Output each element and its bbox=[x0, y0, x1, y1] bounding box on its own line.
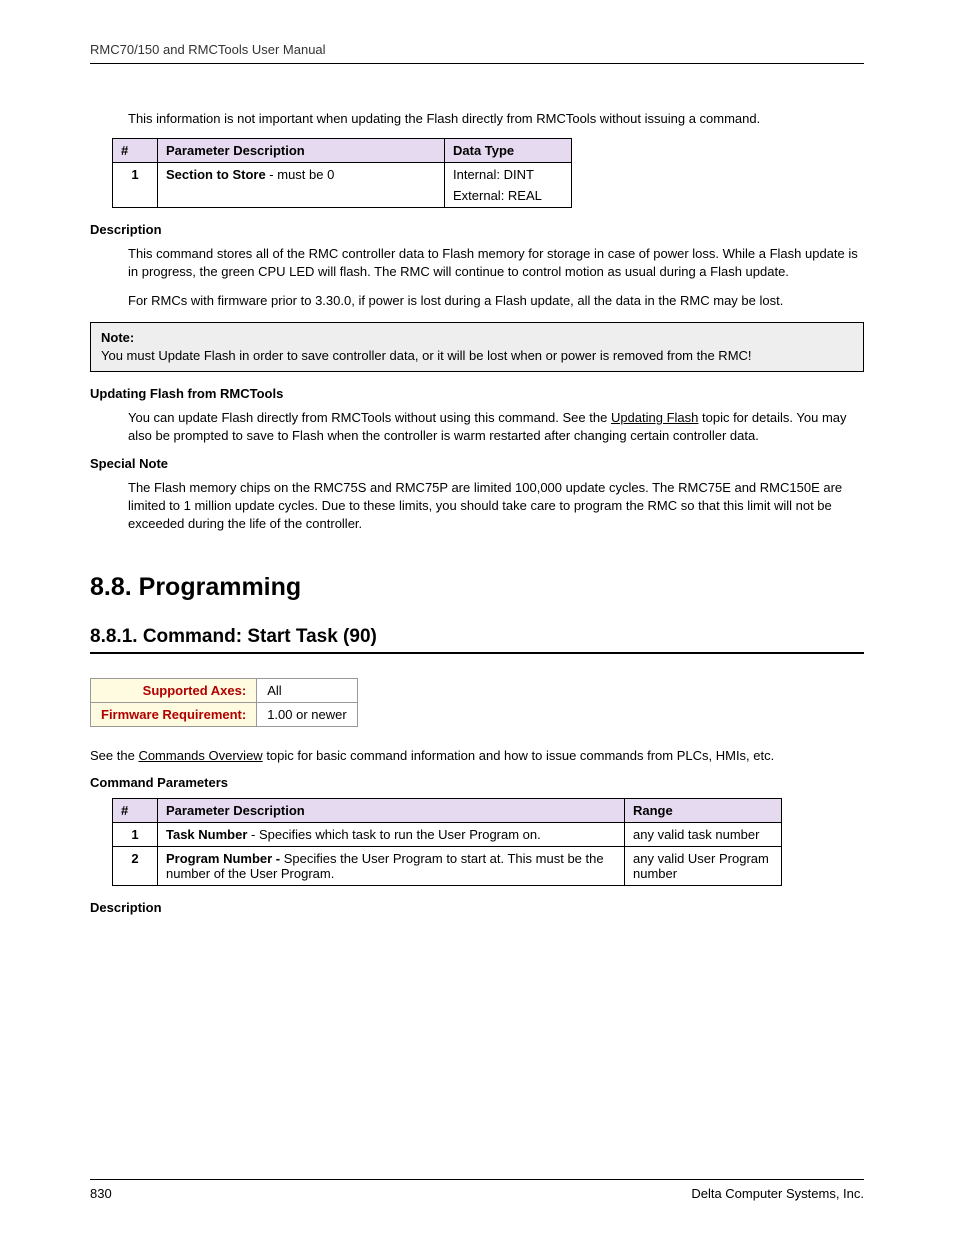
table-row: 1 Task Number - Specifies which task to … bbox=[113, 823, 782, 847]
cell-type: Internal: DINT External: REAL bbox=[445, 163, 572, 208]
cell-desc: Program Number - Specifies the User Prog… bbox=[158, 847, 625, 886]
note-text: You must Update Flash in order to save c… bbox=[101, 347, 853, 365]
cell-num: 1 bbox=[113, 823, 158, 847]
page-footer: 830 Delta Computer Systems, Inc. bbox=[90, 1179, 864, 1201]
firmware-req-label: Firmware Requirement: bbox=[91, 703, 257, 727]
table-row: 2 Program Number - Specifies the User Pr… bbox=[113, 847, 782, 886]
special-note-heading: Special Note bbox=[90, 456, 864, 471]
table-row: 1 Section to Store - must be 0 Internal:… bbox=[113, 163, 572, 208]
updating-flash-link[interactable]: Updating Flash bbox=[611, 410, 698, 425]
intro-paragraph: This information is not important when u… bbox=[128, 110, 864, 128]
company-name: Delta Computer Systems, Inc. bbox=[691, 1186, 864, 1201]
description-p1: This command stores all of the RMC contr… bbox=[128, 245, 864, 281]
th-num: # bbox=[113, 139, 158, 163]
description-p2: For RMCs with firmware prior to 3.30.0, … bbox=[128, 292, 864, 310]
section-heading: 8.8. Programming bbox=[90, 573, 864, 602]
cell-desc: Section to Store - must be 0 bbox=[158, 163, 445, 208]
note-box: Note: You must Update Flash in order to … bbox=[90, 322, 864, 372]
supported-axes-label: Supported Axes: bbox=[91, 679, 257, 703]
special-note-paragraph: The Flash memory chips on the RMC75S and… bbox=[128, 479, 864, 534]
see-paragraph: See the Commands Overview topic for basi… bbox=[90, 747, 864, 765]
updating-heading: Updating Flash from RMCTools bbox=[90, 386, 864, 401]
command-params-heading: Command Parameters bbox=[90, 775, 864, 790]
cell-range: any valid User Program number bbox=[625, 847, 782, 886]
subsection-heading: 8.8.1. Command: Start Task (90) bbox=[90, 626, 864, 654]
description-heading: Description bbox=[90, 222, 864, 237]
cell-range: any valid task number bbox=[625, 823, 782, 847]
command-info-table: Supported Axes: All Firmware Requirement… bbox=[90, 678, 358, 727]
cell-num: 2 bbox=[113, 847, 158, 886]
page-number: 830 bbox=[90, 1186, 112, 1201]
cell-desc: Task Number - Specifies which task to ru… bbox=[158, 823, 625, 847]
th-desc: Parameter Description bbox=[158, 139, 445, 163]
running-header: RMC70/150 and RMCTools User Manual bbox=[90, 42, 864, 64]
page: RMC70/150 and RMCTools User Manual This … bbox=[0, 0, 954, 1235]
th-desc: Parameter Description bbox=[158, 799, 625, 823]
commands-overview-link[interactable]: Commands Overview bbox=[138, 748, 262, 763]
description2-heading: Description bbox=[90, 900, 864, 915]
parameter-table-2: # Parameter Description Range 1 Task Num… bbox=[112, 798, 782, 886]
firmware-req-value: 1.00 or newer bbox=[257, 703, 358, 727]
parameter-table-1: # Parameter Description Data Type 1 Sect… bbox=[112, 138, 572, 208]
th-num: # bbox=[113, 799, 158, 823]
note-label: Note: bbox=[101, 329, 853, 347]
updating-paragraph: You can update Flash directly from RMCTo… bbox=[128, 409, 864, 445]
supported-axes-value: All bbox=[257, 679, 358, 703]
th-range: Range bbox=[625, 799, 782, 823]
th-type: Data Type bbox=[445, 139, 572, 163]
cell-num: 1 bbox=[113, 163, 158, 208]
